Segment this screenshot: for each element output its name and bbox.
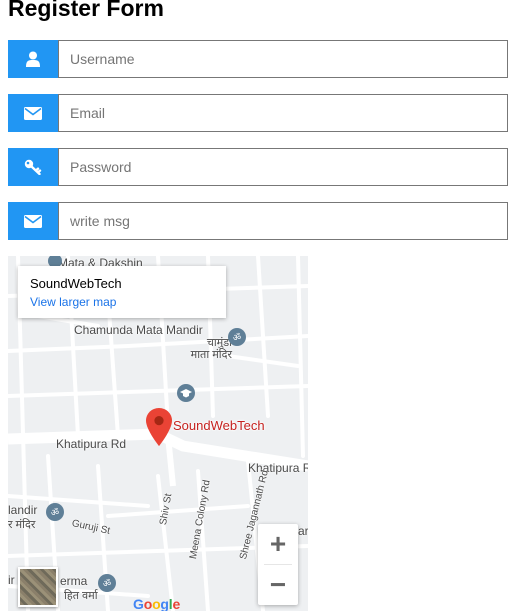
svg-text:ॐ: ॐ [233,333,241,343]
email-input[interactable] [58,94,508,132]
user-icon [8,40,58,78]
svg-text:ॐ: ॐ [103,579,111,589]
satellite-toggle-thumbnail[interactable] [18,567,58,607]
temple-icon[interactable]: ॐ [46,503,64,521]
map-label-right-edge: ar [298,524,308,538]
message-input[interactable] [58,202,508,240]
key-icon [8,148,58,186]
email-row [8,94,508,132]
message-row [8,202,508,240]
google-logo-letter: g [160,596,169,611]
place-name: SoundWebTech [30,276,122,291]
envelope-icon [8,202,58,240]
temple-icon[interactable]: ॐ [228,328,246,346]
marker-label: SoundWebTech [173,418,265,433]
zoom-controls: + − [258,524,298,605]
password-row [8,148,508,186]
temple-icon[interactable]: ॐ [98,574,116,592]
svg-text:ॐ: ॐ [51,508,59,518]
map-label-verma-hindi: हित वर्मा [64,590,98,602]
zoom-out-button[interactable]: − [258,565,298,605]
map-label-temple-hindi: चामुंडा माता मंदिर [190,337,232,361]
password-input[interactable] [58,148,508,186]
google-logo: Google [133,596,180,611]
map-label-bottom-left: ir [8,573,15,587]
google-logo-letter: e [172,596,181,611]
map-label-left-temple: landir [8,503,38,517]
username-row [8,40,508,78]
map-label-temple: Chamunda Mata Mandir [74,323,203,337]
zoom-in-button[interactable]: + [258,524,298,564]
map-label-road2: Khatipura R [248,461,308,475]
view-larger-map-link[interactable]: View larger map [30,295,214,309]
envelope-icon [8,94,58,132]
map-label-left-temple-hindi: र मंदिर [8,519,36,531]
google-logo-letter: o [143,596,153,611]
map-marker-icon[interactable] [146,408,172,451]
username-input[interactable] [58,40,508,78]
school-icon[interactable] [177,384,195,402]
page-title: Register Form [8,0,164,21]
embedded-map[interactable]: Mata & Dakshin Chamunda Mata Mandir चामु… [8,256,308,611]
map-label-verma: erma [60,574,88,588]
google-logo-letter: G [133,596,144,611]
map-label-road1: Khatipura Rd [56,437,127,451]
place-info-card: SoundWebTech View larger map [18,266,226,318]
